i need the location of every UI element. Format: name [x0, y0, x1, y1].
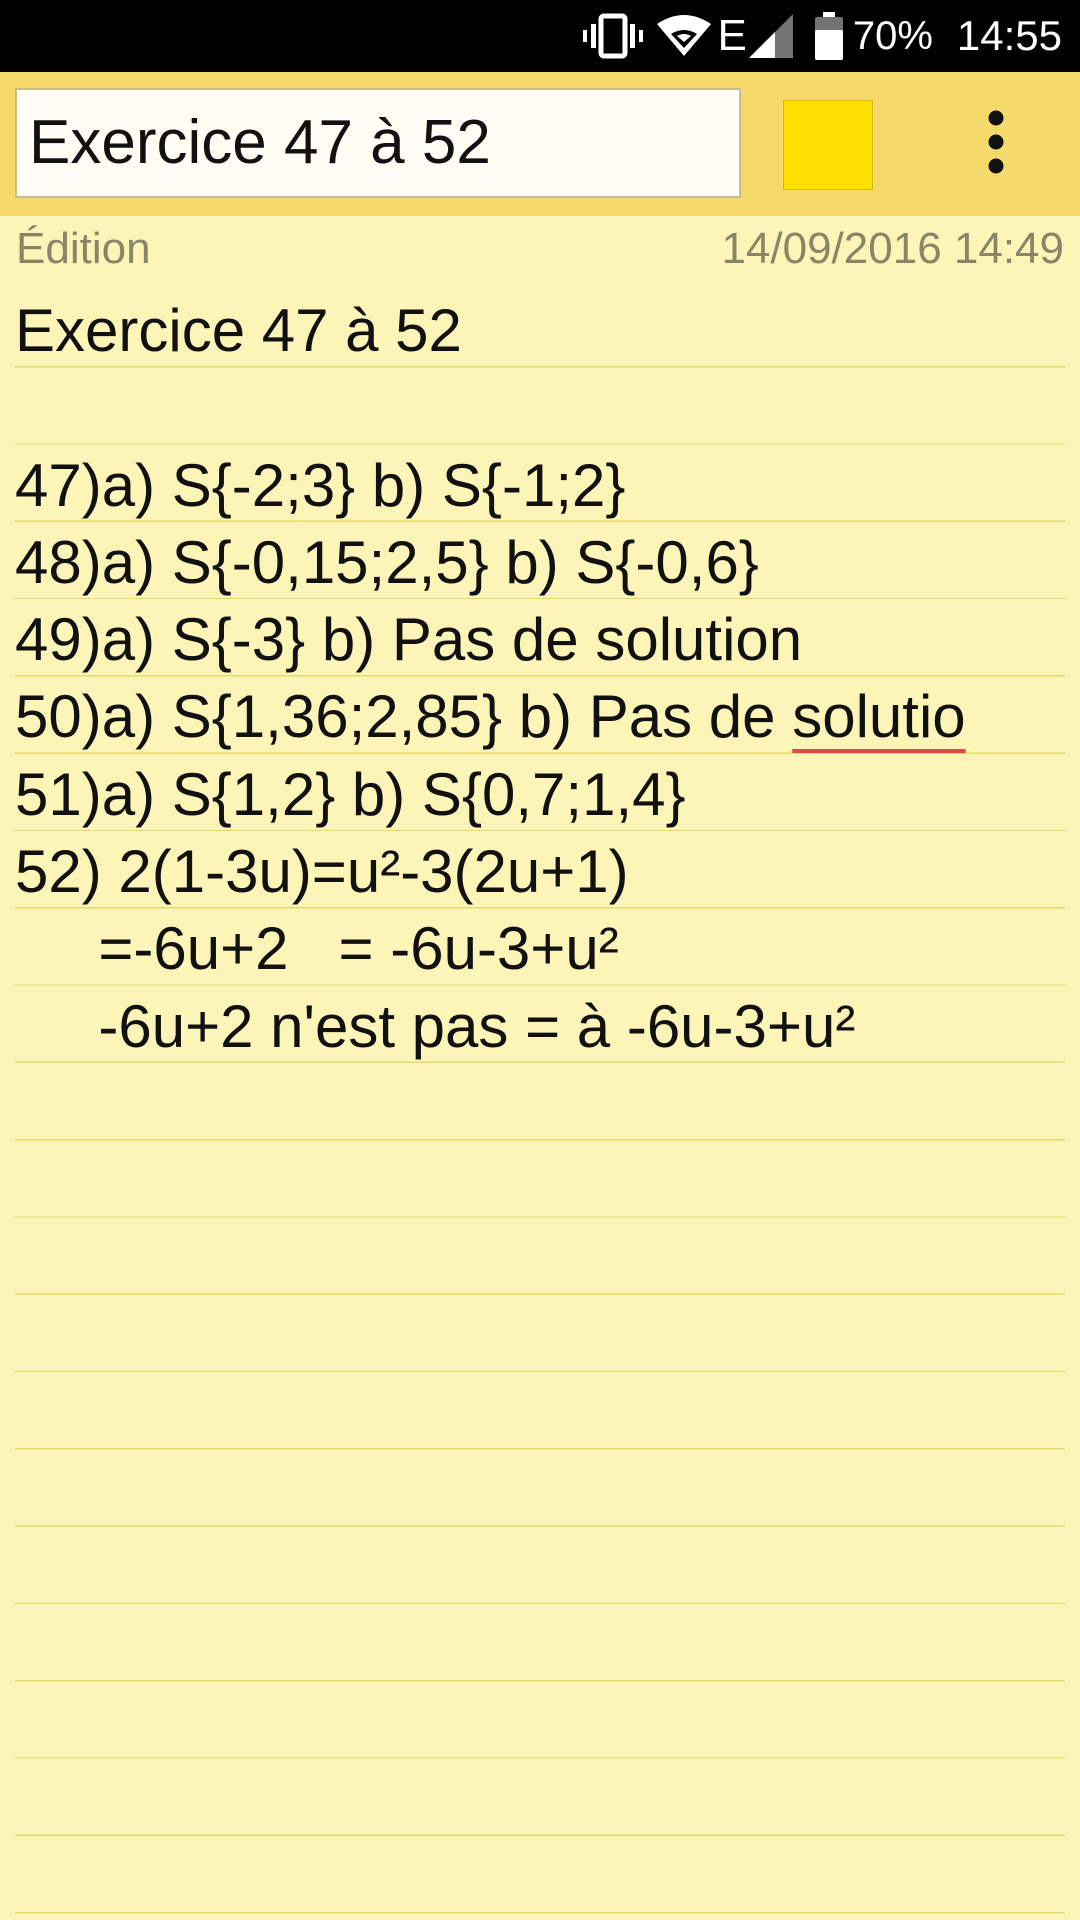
- note-line: 47)a) S{-2;3} b) S{-1;2}: [15, 451, 626, 519]
- wifi-icon: [657, 14, 712, 58]
- clock: 14:55: [956, 12, 1062, 59]
- note-title-field[interactable]: Exercice 47 à 52: [15, 88, 741, 198]
- status-bar: E 70% 14:55: [0, 0, 1080, 72]
- note-line: 51)a) S{1,2} b) S{0,7;1,4}: [15, 760, 686, 828]
- note-text-area[interactable]: Exercice 47 à 52 47)a) S{-2;3} b) S{-1;2…: [15, 290, 1065, 1920]
- note-line: 50)a) S{1,36;2,85} b) Pas de solutio: [15, 676, 1065, 753]
- battery-icon: [814, 12, 843, 60]
- color-picker-button[interactable]: [783, 100, 873, 190]
- note-timestamp: 14/09/2016 14:49: [721, 224, 1064, 273]
- battery-percent: 70%: [852, 13, 933, 58]
- note-line: 48)a) S{-0,15;2,5} b) S{-0,6}: [15, 528, 759, 596]
- note-line: Exercice 47 à 52: [15, 297, 462, 364]
- signal-icon: [748, 14, 793, 58]
- note-line-text: 50)a) S{1,36;2,85} b) Pas de: [15, 683, 793, 751]
- more-vert-icon: [986, 110, 1006, 179]
- mode-label: Édition: [16, 224, 151, 273]
- note-line: [15, 367, 1065, 444]
- note-line: 52) 2(1-3u)=u²-3(2u+1): [15, 838, 629, 906]
- vibrate-icon: [583, 12, 644, 60]
- note-line: 49)a) S{-3} b) Pas de solution: [15, 606, 803, 674]
- misspelled-word[interactable]: solutio: [792, 683, 965, 750]
- network-type-label: E: [717, 11, 747, 60]
- note-meta-row: Édition 14/09/2016 14:49: [0, 216, 1080, 286]
- note-line: =-6u+2 = -6u-3+u²: [15, 915, 619, 983]
- note-line: -6u+2 n'est pas = à -6u-3+u²: [15, 992, 856, 1060]
- more-options-button[interactable]: [966, 104, 1026, 184]
- toolbar: Exercice 47 à 52: [0, 72, 1080, 216]
